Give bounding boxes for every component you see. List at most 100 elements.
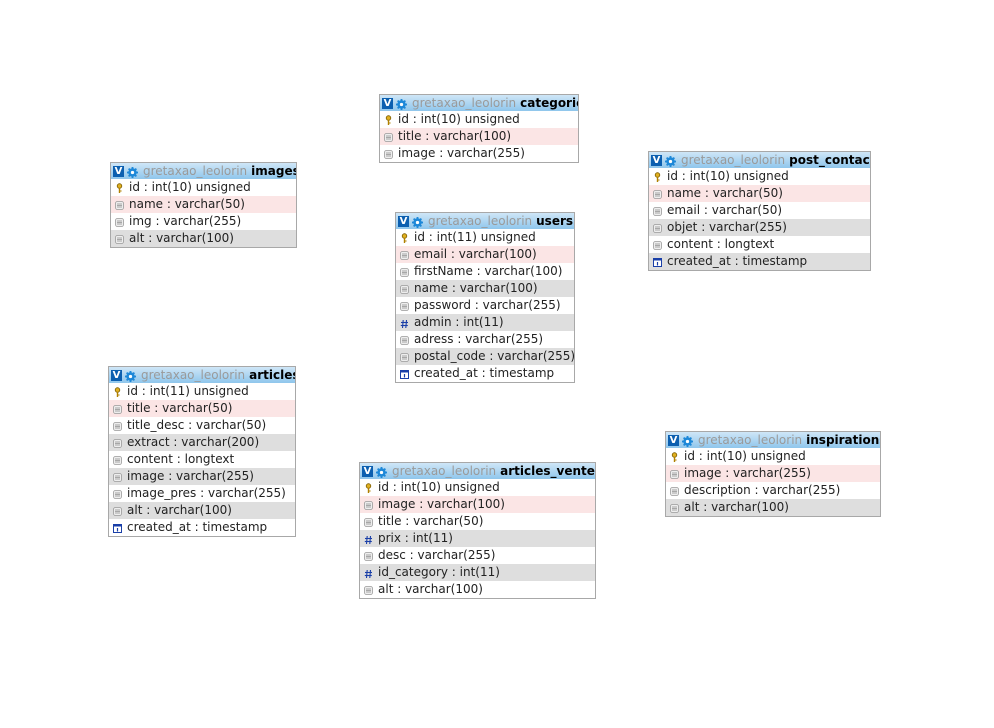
- column-row[interactable]: title : varchar(50): [360, 513, 595, 530]
- column-icon: [364, 516, 373, 527]
- column-row[interactable]: image : varchar(255): [109, 468, 295, 485]
- column-label: name : varchar(100): [414, 281, 538, 295]
- column-icon: [400, 283, 409, 294]
- gear-icon[interactable]: [665, 155, 676, 167]
- column-label: name : varchar(50): [667, 186, 783, 200]
- table-header[interactable]: Vgretaxao_leolorin inspirations: [666, 432, 880, 448]
- column-row[interactable]: password : varchar(255): [396, 297, 574, 314]
- column-icon: [670, 468, 679, 479]
- table-inspirations[interactable]: Vgretaxao_leolorin inspirations id : int(1…: [665, 431, 881, 517]
- gear-icon[interactable]: [376, 466, 387, 478]
- column-row[interactable]: created_at : timestamp: [649, 253, 870, 270]
- column-row[interactable]: content : longtext: [649, 236, 870, 253]
- column-row[interactable]: alt : varchar(100): [360, 581, 595, 598]
- column-row[interactable]: id : int(11) unsigned: [396, 229, 574, 246]
- column-row[interactable]: id : int(10) unsigned: [360, 479, 595, 496]
- table-header[interactable]: Vgretaxao_leolorin articles_ventes: [360, 463, 595, 479]
- table-name[interactable]: articles_ventes: [500, 463, 595, 479]
- column-row[interactable]: content : longtext: [109, 451, 295, 468]
- column-row[interactable]: img : varchar(255): [111, 213, 296, 230]
- gear-icon[interactable]: [682, 435, 693, 447]
- column-row[interactable]: name : varchar(50): [111, 196, 296, 213]
- toggle-columns-icon[interactable]: V: [111, 369, 122, 381]
- table-articles-ventes[interactable]: Vgretaxao_leolorin articles_ventes id : in…: [359, 462, 596, 599]
- column-row[interactable]: id : int(10) unsigned: [111, 179, 296, 196]
- database-name[interactable]: gretaxao_leolorin: [428, 213, 532, 229]
- column-row[interactable]: email : varchar(100): [396, 246, 574, 263]
- table-users[interactable]: Vgretaxao_leolorin users id : int(11) unsi…: [395, 212, 575, 383]
- table-header[interactable]: Vgretaxao_leolorin categorie: [380, 95, 578, 111]
- column-row[interactable]: title_desc : varchar(50): [109, 417, 295, 434]
- column-row[interactable]: alt : varchar(100): [109, 502, 295, 519]
- column-label: id : int(10) unsigned: [378, 480, 500, 494]
- table-articles[interactable]: Vgretaxao_leolorin articles id : int(11) u…: [108, 366, 296, 537]
- table-name[interactable]: post_contact: [789, 152, 870, 168]
- column-row[interactable]: image_pres : varchar(255): [109, 485, 295, 502]
- table-name[interactable]: categorie: [520, 95, 578, 111]
- column-row[interactable]: title : varchar(100): [380, 128, 578, 145]
- column-row[interactable]: email : varchar(50): [649, 202, 870, 219]
- table-categorie[interactable]: Vgretaxao_leolorin categorie id : int(10) …: [379, 94, 579, 163]
- column-row[interactable]: adress : varchar(255): [396, 331, 574, 348]
- database-name[interactable]: gretaxao_leolorin: [698, 432, 802, 448]
- column-label: admin : int(11): [414, 315, 504, 329]
- column-row[interactable]: objet : varchar(255): [649, 219, 870, 236]
- database-name[interactable]: gretaxao_leolorin: [141, 367, 245, 383]
- gear-icon[interactable]: [396, 98, 407, 110]
- column-row[interactable]: image : varchar(100): [360, 496, 595, 513]
- column-label: postal_code : varchar(255): [414, 349, 574, 363]
- database-name[interactable]: gretaxao_leolorin: [681, 152, 785, 168]
- column-row[interactable]: id : int(10) unsigned: [666, 448, 880, 465]
- column-row[interactable]: image : varchar(255): [666, 465, 880, 482]
- column-row[interactable]: title : varchar(50): [109, 400, 295, 417]
- database-name[interactable]: gretaxao_leolorin: [392, 463, 496, 479]
- column-row[interactable]: id : int(11) unsigned: [109, 383, 295, 400]
- column-row[interactable]: created_at : timestamp: [109, 519, 295, 536]
- toggle-columns-icon[interactable]: V: [113, 165, 124, 177]
- gear-icon[interactable]: [127, 166, 138, 178]
- column-row[interactable]: description : varchar(255): [666, 482, 880, 499]
- table-name[interactable]: inspirations: [806, 432, 880, 448]
- database-name[interactable]: gretaxao_leolorin: [143, 163, 247, 179]
- column-row[interactable]: postal_code : varchar(255): [396, 348, 574, 365]
- toggle-columns-icon[interactable]: V: [382, 97, 393, 109]
- table-header[interactable]: Vgretaxao_leolorin post_contact: [649, 152, 870, 168]
- column-row[interactable]: id : int(10) unsigned: [380, 111, 578, 128]
- column-row[interactable]: admin : int(11): [396, 314, 574, 331]
- column-row[interactable]: id : int(10) unsigned: [649, 168, 870, 185]
- column-row[interactable]: firstName : varchar(100): [396, 263, 574, 280]
- table-header[interactable]: Vgretaxao_leolorin users: [396, 213, 574, 229]
- column-icon: [400, 266, 409, 277]
- table-images[interactable]: Vgretaxao_leolorin images id : int(10) uns…: [110, 162, 297, 248]
- column-row[interactable]: id_category : int(11): [360, 564, 595, 581]
- database-name[interactable]: gretaxao_leolorin: [412, 95, 516, 111]
- column-icon: [113, 420, 122, 431]
- column-label: id : int(11) unsigned: [127, 384, 249, 398]
- column-row[interactable]: name : varchar(100): [396, 280, 574, 297]
- table-header[interactable]: Vgretaxao_leolorin articles: [109, 367, 295, 383]
- column-row[interactable]: created_at : timestamp: [396, 365, 574, 382]
- toggle-columns-icon[interactable]: V: [651, 154, 662, 166]
- gear-icon[interactable]: [125, 370, 136, 382]
- toggle-columns-icon[interactable]: V: [398, 215, 409, 227]
- column-row[interactable]: desc : varchar(255): [360, 547, 595, 564]
- toggle-columns-icon[interactable]: V: [668, 434, 679, 446]
- column-row[interactable]: name : varchar(50): [649, 185, 870, 202]
- column-row[interactable]: alt : varchar(100): [666, 499, 880, 516]
- table-name[interactable]: images: [251, 163, 296, 179]
- column-label: password : varchar(255): [414, 298, 561, 312]
- table-name[interactable]: users: [536, 213, 573, 229]
- table-name[interactable]: articles: [249, 367, 295, 383]
- column-row[interactable]: alt : varchar(100): [111, 230, 296, 247]
- column-row[interactable]: prix : int(11): [360, 530, 595, 547]
- column-row[interactable]: image : varchar(255): [380, 145, 578, 162]
- gear-icon[interactable]: [412, 216, 423, 228]
- toggle-columns-icon[interactable]: V: [362, 465, 373, 477]
- key-icon: [384, 114, 393, 125]
- key-icon: [400, 232, 409, 243]
- table-header[interactable]: Vgretaxao_leolorin images: [111, 163, 296, 179]
- column-icon: [653, 239, 662, 250]
- hash-icon: [400, 317, 409, 329]
- table-post-contact[interactable]: Vgretaxao_leolorin post_contact id : int(1…: [648, 151, 871, 271]
- column-row[interactable]: extract : varchar(200): [109, 434, 295, 451]
